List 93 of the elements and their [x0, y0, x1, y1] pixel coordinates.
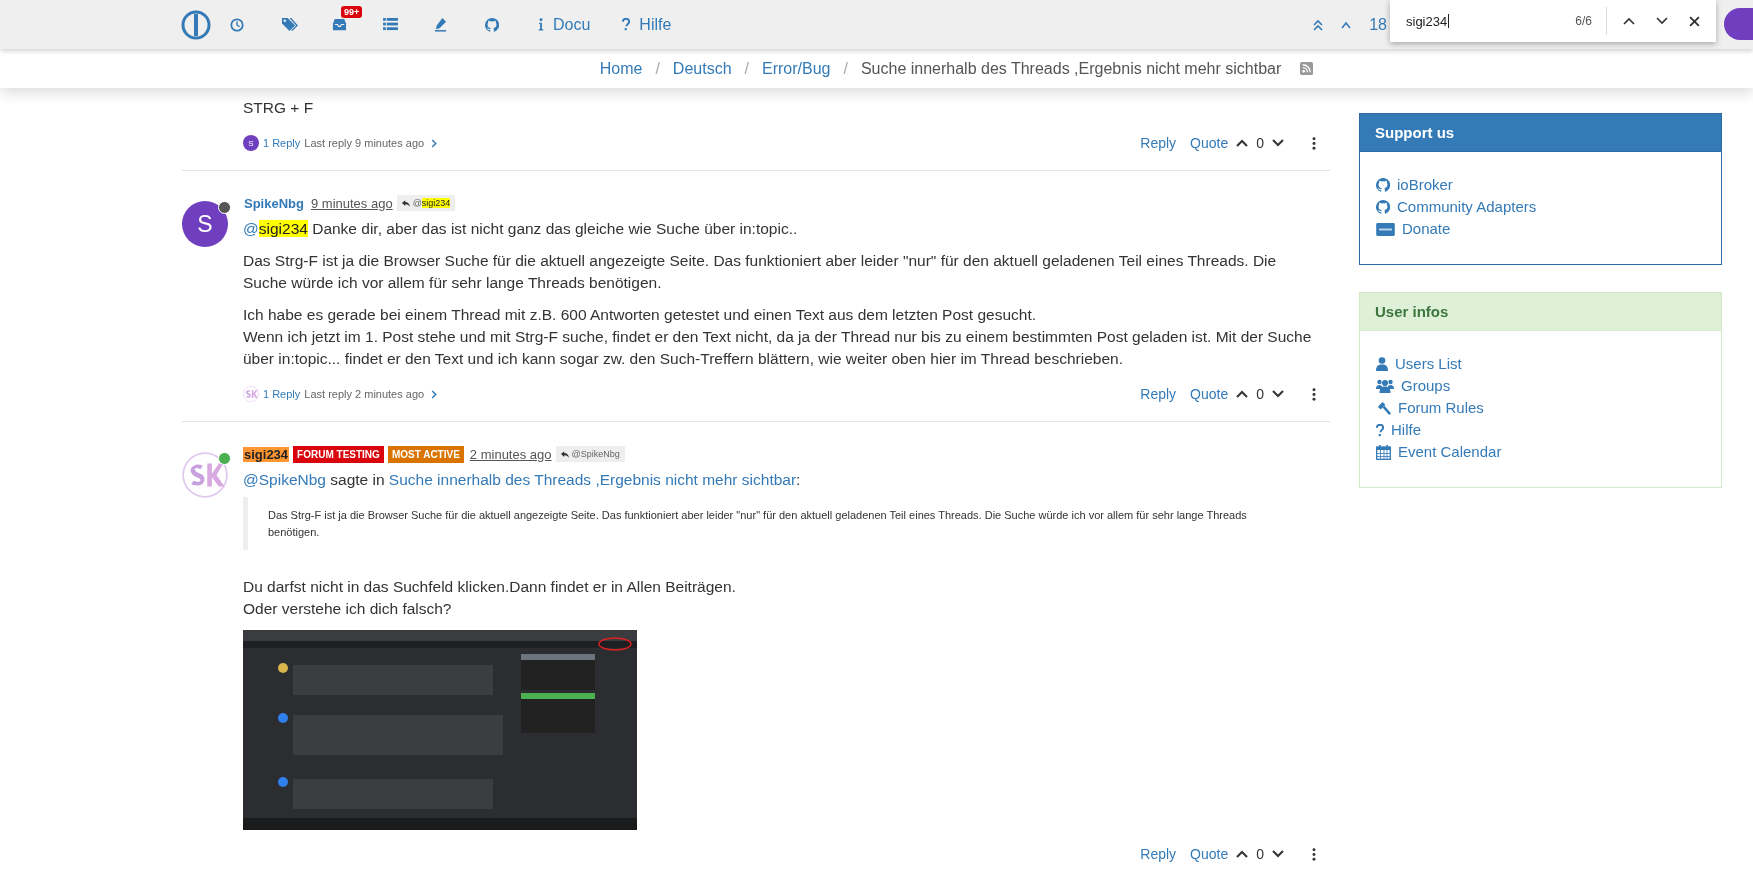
github-icon[interactable]	[1376, 178, 1390, 192]
vote-count: 0	[1256, 846, 1264, 862]
post-paragraph: STRG + F	[243, 98, 315, 118]
find-input-field[interactable]: sigi234	[1406, 13, 1576, 29]
logo-icon[interactable]	[181, 9, 211, 40]
reply-to-tag[interactable]: @SpikeNbg	[555, 446, 625, 462]
user-avatar[interactable]: S	[243, 135, 259, 151]
tags-icon[interactable]	[281, 17, 298, 32]
user-icon	[1376, 357, 1388, 371]
panel-heading: Support us	[1360, 114, 1721, 152]
user-avatar[interactable]: S	[182, 201, 228, 247]
sidebar-link[interactable]: Groups	[1376, 375, 1706, 397]
user-badge[interactable]: FORUM TESTING	[293, 445, 384, 463]
user-badge[interactable]: MOST ACTIVE	[387, 445, 464, 463]
reply-to-tag[interactable]: @sigi234	[396, 195, 456, 211]
downvote-icon[interactable]	[1272, 390, 1284, 398]
last-reply-text: Last reply 9 minutes ago	[304, 137, 425, 149]
users-icon	[1376, 379, 1394, 393]
post-paragraph: Das Strg-F ist ja die Browser Suche für die aktuell angezeigte Seite. Das funktioniert aber leider "nur" für den aktuell geladenen Teil eines Threads. Die Suche würde ich vor allem für sehr lange Threads benötigen.	[243, 251, 1278, 293]
reply-link[interactable]: Reply	[1140, 386, 1177, 402]
help-icon	[1376, 423, 1384, 437]
reply-link[interactable]: Reply	[1140, 135, 1177, 151]
previous-match-icon[interactable]	[1623, 17, 1635, 25]
sidebar-link[interactable]: Forum Rules	[1376, 397, 1706, 419]
reply-to-user: @sigi234	[412, 198, 451, 208]
replies-link[interactable]: 1 Reply	[263, 388, 301, 400]
quote-intro: @SpikeNbg sagte in Suche innerhalb des Threads ,Ergebnis nicht mehr sichtbar:	[243, 470, 802, 490]
post-paragraph: Du darfst nicht in das Suchfeld klicken.Dann findet er in Allen Beiträgen. Oder verstehe ich dich falsch?	[243, 577, 737, 619]
last-reply-text: Last reply 2 minutes ago	[304, 388, 425, 400]
quote-link[interactable]: Quote	[1190, 846, 1229, 862]
sidebar-link[interactable]: Donate	[1376, 218, 1706, 240]
sidebar-link[interactable]: ioBroker	[1376, 174, 1706, 196]
sidebar-link[interactable]: Event Calendar	[1376, 441, 1706, 463]
github-icon[interactable]	[485, 17, 499, 32]
rss-icon[interactable]	[1300, 62, 1314, 75]
info-icon	[538, 18, 544, 31]
breadcrumb-link[interactable]: Error/Bug	[762, 59, 831, 78]
more-options-icon[interactable]	[1312, 136, 1316, 150]
chevron-right-icon[interactable]	[431, 138, 438, 148]
quote-link[interactable]: Quote	[1190, 135, 1229, 151]
post-index: 18	[1369, 15, 1387, 34]
quote-link[interactable]: Quote	[1190, 386, 1229, 402]
list-icon[interactable]	[383, 18, 398, 31]
downvote-icon[interactable]	[1272, 850, 1284, 858]
calendar-icon	[1376, 444, 1391, 460]
sidebar-link[interactable]: Hilfe	[1376, 419, 1706, 441]
github-icon[interactable]	[1376, 200, 1390, 214]
replies-link[interactable]: 1 Reply	[263, 137, 301, 149]
double-chevron-up-icon[interactable]	[1313, 18, 1324, 31]
breadcrumb-separator: /	[655, 59, 660, 78]
mention-link[interactable]: @SpikeNbg	[243, 471, 326, 488]
reply-link[interactable]: Reply	[1140, 846, 1177, 862]
upvote-icon[interactable]	[1236, 850, 1249, 858]
inbox-icon[interactable]	[332, 17, 347, 32]
chevron-up-icon[interactable]	[1341, 20, 1352, 29]
author-name[interactable]: SpikeNbg	[243, 195, 305, 211]
sidebar-link[interactable]: Users List	[1376, 353, 1706, 375]
pen-icon[interactable]	[434, 17, 447, 32]
breadcrumb-separator: /	[744, 59, 749, 78]
reply-to-user: @SpikeNbg	[571, 449, 620, 459]
gavel-icon	[1376, 400, 1391, 416]
close-icon[interactable]	[1689, 15, 1700, 27]
next-match-icon[interactable]	[1656, 17, 1668, 25]
reply-arrow-icon	[560, 450, 569, 458]
vote-count: 0	[1256, 135, 1264, 151]
nav-link[interactable]: Hilfe	[622, 15, 672, 34]
clock-icon[interactable]	[230, 17, 244, 32]
breadcrumb-link[interactable]: Home	[599, 59, 643, 78]
author-name[interactable]: sigi234	[243, 446, 290, 462]
reply-arrow-icon	[401, 199, 410, 207]
match-count: 6/6	[1575, 14, 1592, 28]
downvote-icon[interactable]	[1272, 139, 1284, 147]
avatar-logo-icon[interactable]	[182, 452, 228, 498]
notification-badge: 99+	[341, 6, 363, 18]
breadcrumb-separator: /	[843, 59, 848, 78]
post-time[interactable]: 2 minutes ago	[469, 446, 552, 462]
breadcrumb-current: Suche innerhalb des Threads ,Ergebnis nicht mehr sichtbar	[860, 59, 1282, 78]
nav-link[interactable]: Docu	[538, 15, 591, 34]
panel-heading: User infos	[1360, 293, 1721, 331]
post-time[interactable]: 9 minutes ago	[310, 195, 393, 211]
more-options-icon[interactable]	[1312, 387, 1316, 401]
user-avatar-icon[interactable]	[1724, 8, 1753, 40]
post-paragraph: Ich habe es gerade bei einem Thread mit z.B. 600 Antworten getestet und einen Text aus dem letzten Post gesucht. Wenn ich jetzt im 1. Post stehe und mit Strg-F suche, findet er den Text nicht, da ja der Thread nur bis zu einem bestimmten Post geladen ist. Mit der Suche über in:topic... findet er den Text und ich kann sogar zw. den Such-Treffern blättern, wie weiter oben hier im Thread beschrieben.	[243, 305, 1313, 369]
sidebar-link[interactable]: Community Adapters	[1376, 196, 1706, 218]
post-paragraph: @sigi234 Danke dir, aber das ist nicht ganz das gleiche wie Suche über in:topic..	[243, 219, 799, 239]
more-options-icon[interactable]	[1312, 847, 1316, 861]
help-icon	[622, 18, 631, 31]
blockquote: Das Strg-F ist ja die Browser Suche für die aktuell angezeigte Seite. Das funktioniert aber leider "nur" für den aktuell geladenen Teil eines Threads. Die Suche würde ich vor allem für sehr lange Threads benötigen.	[243, 497, 1308, 550]
breadcrumb-link[interactable]: Deutsch	[672, 59, 732, 78]
upvote-icon[interactable]	[1236, 390, 1249, 398]
chevron-right-icon[interactable]	[431, 389, 438, 399]
vote-count: 0	[1256, 386, 1264, 402]
upvote-icon[interactable]	[1236, 139, 1249, 147]
